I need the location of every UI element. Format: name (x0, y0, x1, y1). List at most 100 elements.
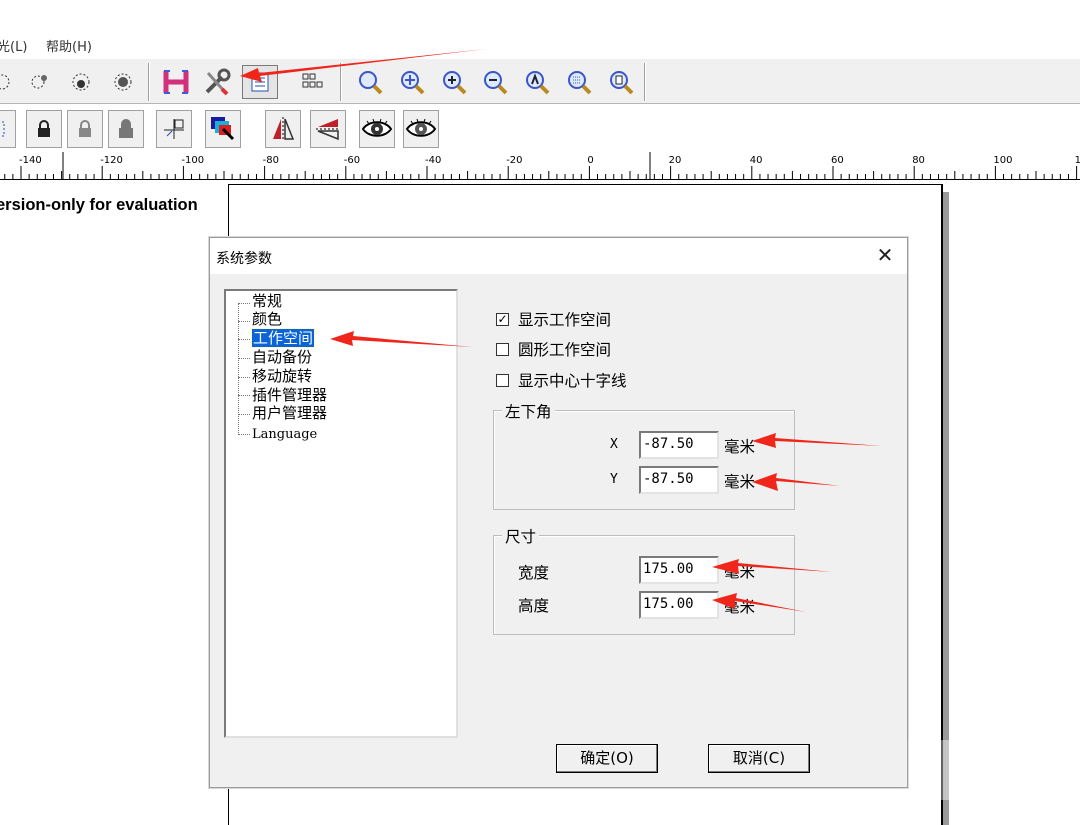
node-group-icon[interactable] (63, 65, 99, 99)
unlock-icon[interactable] (67, 110, 103, 148)
tree-item-workspace[interactable]: 工作空间 (250, 328, 316, 348)
height-unit: 毫米 (724, 598, 756, 616)
tree-connector (238, 395, 250, 396)
checkbox-unchecked[interactable] (496, 342, 509, 356)
origin-icon[interactable] (156, 110, 192, 148)
ruler-label: -40 (425, 155, 441, 166)
dialog-title: 系统参数 (216, 251, 272, 267)
tree-connector (238, 358, 250, 359)
settings-tree: 常规 颜色 工作空间 自动备份 移动旋转 插件管理器 用户管理器 Languag… (224, 289, 458, 738)
width-input[interactable]: 175.00 (639, 556, 719, 584)
ruler-label: 0 (587, 155, 593, 166)
checkbox-unchecked[interactable] (496, 373, 509, 387)
node-edit-icon[interactable] (22, 65, 58, 99)
width-label: 宽度 (518, 564, 550, 582)
edge-fade (900, 740, 1080, 800)
ruler-label: 60 (831, 155, 844, 166)
bottom-left-group: 左下角 X -87.50 毫米 Y -87.50 毫米 (493, 400, 795, 510)
checkbox-checked[interactable]: ✓ (496, 312, 509, 326)
menu-item-help[interactable]: 帮助(H) (46, 36, 92, 55)
menu-item-light[interactable]: 光(L) (0, 36, 27, 55)
tree-item-move-rotate[interactable]: 移动旋转 (252, 368, 312, 385)
main-toolbar (0, 58, 1080, 104)
height-input[interactable]: 175.00 (639, 591, 719, 619)
unlock-all-icon[interactable] (108, 110, 144, 148)
ruler-label: -20 (506, 155, 522, 166)
size-group: 尺寸 宽度 175.00 毫米 高度 175.00 毫米 (493, 525, 795, 635)
app-window: 光(L) 帮助(H) -140 -120 -100 -80 -60 -40 -2… (0, 0, 1080, 825)
tree-connector (238, 414, 250, 415)
y-input[interactable]: -87.50 (639, 466, 719, 494)
checkbox-label: 显示中心十字线 (518, 372, 627, 390)
zoom-selection-icon[interactable] (561, 65, 597, 99)
height-label: 高度 (518, 597, 550, 615)
x-label: X (610, 437, 618, 452)
align-icon[interactable] (0, 110, 16, 148)
mirror-horizontal-icon[interactable] (265, 110, 301, 148)
zoom-pan-icon[interactable] (394, 65, 430, 99)
checkbox-show-workspace[interactable]: ✓ 显示工作空间 (496, 308, 611, 330)
group-label: 尺寸 (502, 525, 540, 547)
close-icon[interactable]: ✕ (873, 244, 897, 268)
ruler-label: -120 (100, 155, 123, 166)
tree-item-plugin-manager[interactable]: 插件管理器 (252, 387, 327, 404)
cancel-button[interactable]: 取消(C) (708, 744, 810, 773)
zoom-out-icon[interactable] (477, 65, 513, 99)
tree-connector (238, 321, 250, 322)
toolbar-separator (644, 63, 646, 101)
x-unit: 毫米 (724, 438, 756, 456)
view-eye-alt-icon[interactable] (403, 110, 439, 148)
ok-button[interactable]: 确定(O) (556, 744, 658, 773)
node-select-icon[interactable] (0, 65, 22, 99)
ruler-ticks: -140 -120 -100 -80 -60 -40 -20 0 20 40 60 80 100 120 (4, 152, 1080, 179)
barcode-grid-icon[interactable] (294, 65, 330, 99)
toolbar-separator (148, 63, 150, 101)
node-combine-icon[interactable] (105, 65, 141, 99)
tree-item-autobackup[interactable]: 自动备份 (252, 349, 312, 366)
checkbox-center-crosshair[interactable]: 显示中心十字线 (496, 369, 627, 391)
ruler-label: -100 (181, 155, 204, 166)
ruler-label: 40 (750, 155, 763, 166)
zoom-page-icon[interactable] (603, 65, 639, 99)
system-params-tools-icon[interactable] (199, 65, 235, 99)
x-input[interactable]: -87.50 (639, 431, 719, 459)
secondary-toolbar (0, 105, 1080, 151)
tree-connector (238, 339, 250, 340)
ruler-label: 100 (993, 155, 1012, 166)
horizontal-ruler: -140 -120 -100 -80 -60 -40 -20 0 20 40 60 80 100 120 (0, 152, 1080, 180)
tree-connector (238, 377, 250, 378)
y-label: Y (610, 472, 618, 487)
width-unit: 毫米 (724, 563, 756, 581)
tree-connector (238, 303, 239, 435)
lock-icon[interactable] (26, 110, 62, 148)
zoom-icon[interactable] (352, 65, 388, 99)
checkbox-label: 显示工作空间 (518, 311, 612, 329)
tree-item-color[interactable]: 颜色 (252, 311, 282, 328)
tree-connector (238, 303, 250, 304)
zoom-in-icon[interactable] (436, 65, 472, 99)
ruler-label: -60 (344, 155, 360, 166)
h-text-icon[interactable] (158, 65, 194, 99)
tree-item-general[interactable]: 常规 (252, 293, 282, 310)
system-params-dialog: 系统参数 ✕ 常规 颜色 工作空间 自动备份 移动旋转 插件管理器 用户管理器 … (209, 237, 908, 788)
ruler-label: 20 (669, 155, 682, 166)
ruler-label: 120 (1075, 155, 1080, 166)
checkbox-circular-workspace[interactable]: 圆形工作空间 (496, 338, 611, 360)
view-eye-icon[interactable] (359, 110, 395, 148)
ruler-label: -80 (263, 155, 279, 166)
toolbar-separator (340, 63, 342, 101)
zoom-all-icon[interactable] (519, 65, 555, 99)
menu-bar: 光(L) 帮助(H) (0, 34, 1080, 56)
ruler-label: -140 (19, 155, 42, 166)
y-unit: 毫米 (724, 473, 756, 491)
color-layer-icon[interactable] (205, 110, 241, 148)
list-view-icon[interactable] (242, 65, 278, 99)
checkbox-label: 圆形工作空间 (518, 341, 612, 359)
tree-item-user-manager[interactable]: 用户管理器 (252, 405, 327, 422)
evaluation-watermark-text: ersion-only for evaluation (0, 196, 198, 214)
tree-connector (238, 434, 250, 435)
tree-item-language[interactable]: Language (252, 426, 317, 443)
mirror-vertical-icon[interactable] (310, 110, 346, 148)
dialog-titlebar: 系统参数 ✕ (210, 238, 907, 274)
workspace-shadow (943, 192, 949, 825)
